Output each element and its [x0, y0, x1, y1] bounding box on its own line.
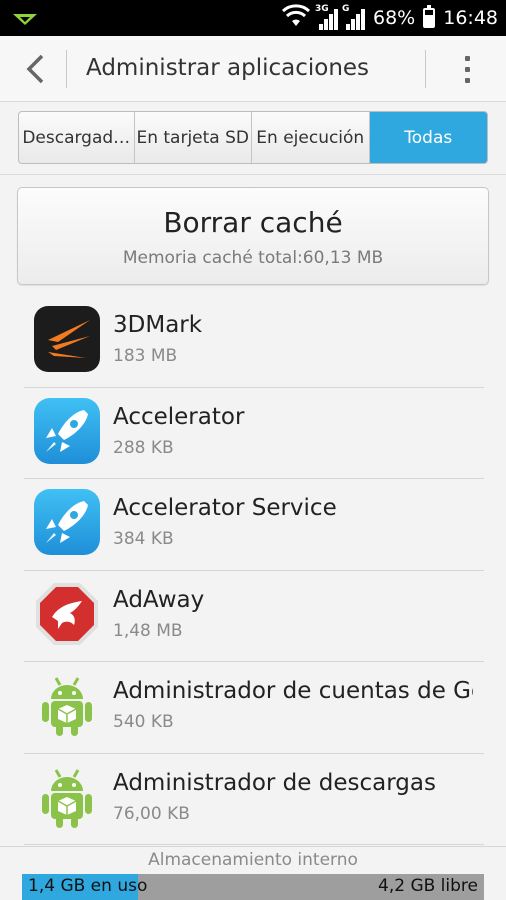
action-bar: Administrar aplicaciones — [0, 36, 506, 102]
filter-tabs: Descargad… En tarjeta SD En ejecución To… — [18, 111, 488, 164]
notification-icon — [12, 11, 38, 30]
app-size: 288 KB — [113, 437, 174, 458]
android-icon — [34, 764, 100, 830]
app-size: 540 KB — [113, 712, 174, 732]
android-icon — [34, 672, 100, 738]
cache-total-label: Memoria caché total:60,13 MB — [122, 248, 384, 268]
clear-cache-label: Borrar caché — [163, 206, 343, 239]
clear-cache-button[interactable]: Borrar caché Memoria caché total:60,13 M… — [17, 187, 489, 285]
more-vert-icon — [464, 55, 470, 61]
signal-icon: 3G — [315, 4, 338, 30]
tab-running[interactable]: En ejecución — [252, 112, 370, 163]
app-name: Administrador de descargas — [113, 769, 436, 796]
rocket-icon — [34, 489, 100, 555]
list-item[interactable]: Accelerator Service 384 KB — [0, 479, 506, 571]
divider — [425, 50, 426, 88]
overflow-menu-button[interactable] — [452, 50, 482, 88]
list-item[interactable]: AdAway 1,48 MB — [0, 571, 506, 662]
clock: 16:48 — [443, 7, 498, 29]
tab-downloaded[interactable]: Descargad… — [19, 112, 135, 163]
signal-icon: G — [342, 4, 365, 30]
rocket-icon — [34, 397, 100, 464]
storage-free-label: 4,2 GB libre — [378, 876, 478, 896]
app-name: 3DMark — [113, 312, 203, 338]
divider — [0, 174, 506, 175]
3dmark-icon — [34, 306, 100, 372]
app-name: Accelerator Service — [113, 495, 337, 521]
storage-label: Almacenamiento interno — [148, 850, 358, 870]
app-list: 3DMark 183 MB Accelerator 288 KB Acceler… — [0, 296, 506, 845]
divider — [66, 50, 67, 88]
app-size: 183 MB — [113, 346, 178, 366]
back-button[interactable] — [18, 50, 52, 88]
app-size: 1,48 MB — [113, 620, 183, 641]
app-size: 76,00 KB — [113, 803, 190, 824]
status-bar: 3G G 68% 16:48 — [0, 0, 506, 36]
list-item[interactable]: Administrador de descargas 76,00 KB — [0, 754, 506, 845]
chevron-left-icon — [26, 54, 44, 84]
app-size: 384 KB — [113, 529, 174, 549]
tab-sd-card[interactable]: En tarjeta SD — [135, 112, 252, 163]
battery-percent: 68% — [373, 7, 416, 29]
network-type-2: G — [342, 4, 350, 14]
wifi-icon — [281, 3, 311, 33]
app-name: AdAway — [113, 586, 205, 613]
page-title: Administrar aplicaciones — [86, 55, 370, 81]
adaway-icon — [34, 581, 100, 647]
app-name: Accelerator — [113, 403, 245, 430]
app-name: Administrador de cuentas de Google — [113, 678, 473, 704]
tab-all[interactable]: Todas — [369, 112, 487, 163]
storage-used-label: 1,4 GB en uso — [28, 876, 148, 896]
network-type-1: 3G — [315, 4, 329, 14]
battery-icon — [423, 5, 436, 28]
storage-usage-bar: 1,4 GB en uso 4,2 GB libre — [22, 874, 484, 900]
list-item[interactable]: Accelerator 288 KB — [0, 388, 506, 479]
list-item[interactable]: Administrador de cuentas de Google 540 K… — [0, 662, 506, 754]
list-item[interactable]: 3DMark 183 MB — [0, 296, 506, 388]
